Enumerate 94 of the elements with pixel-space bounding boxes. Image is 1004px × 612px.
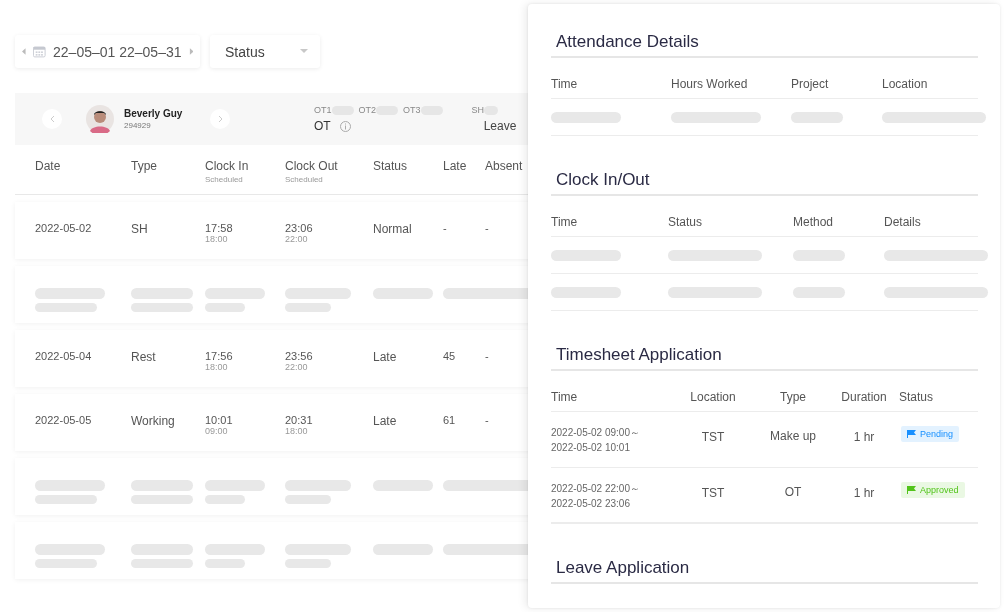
table-cell-text: SH — [131, 222, 149, 236]
table-cell-text: Rest — [131, 350, 157, 364]
column-header: Time — [551, 77, 579, 91]
date-range-picker[interactable]: 22–05–01 22–05–31 — [15, 35, 200, 68]
column-header: Project — [791, 77, 830, 91]
previous-button[interactable] — [42, 109, 62, 129]
column-subheader: Scheduled — [285, 175, 324, 184]
table-cell-text: 23:56 — [285, 350, 314, 362]
date-range-text: 22–05–01 22–05–31 — [53, 43, 182, 60]
status-select[interactable]: Status — [210, 35, 320, 68]
column-header: Clock Out — [285, 159, 339, 173]
table-row[interactable]: 2022-05-05 Working 10:01 09:00 20:31 18:00 Late 61 - — [15, 394, 528, 451]
column-header: Location — [882, 77, 929, 91]
table-cell-text: 18:00 — [205, 234, 229, 244]
chevron-right-icon — [217, 115, 223, 123]
employee-name: Beverly Guy — [124, 108, 184, 119]
table-cell-text: Working — [131, 414, 176, 428]
table-cell-text: TST — [700, 430, 726, 446]
chevron-left-icon — [49, 115, 55, 123]
table-cell-text: 2022-05-04 — [35, 350, 93, 362]
table-cell-text: 2022-05-05 — [35, 414, 93, 426]
table-cell-text: Late — [373, 350, 398, 364]
flag-icon — [907, 486, 916, 494]
employee-id: 294929 — [124, 121, 152, 130]
column-subheader: Scheduled — [205, 175, 244, 184]
table-cell-text: 2022-05-02 22:00～ — [551, 482, 641, 496]
table-cell-text: 2022-05-02 23:06 — [551, 498, 631, 509]
column-header: Location — [689, 390, 737, 404]
table-cell-text: TST — [700, 486, 726, 502]
column-header: Duration — [840, 390, 888, 404]
leave-label: Leave — [483, 119, 517, 133]
column-header: Type — [131, 159, 158, 173]
table-row[interactable]: 2022-05-02 09:00～ 2022-05-02 10:01 TST Make up 1 hr Pending — [551, 412, 978, 468]
table-cell-text: 2022-05-02 10:01 — [551, 442, 631, 453]
column-header: Time — [551, 215, 579, 229]
table-cell-text: 09:00 — [205, 426, 229, 436]
table-cell-text: 10:01 — [205, 414, 234, 426]
section-title: Timesheet Application — [551, 345, 978, 371]
table-cell-text: 61 — [443, 414, 457, 426]
info-icon — [339, 120, 351, 132]
table-cell-text: 1 hr — [852, 486, 876, 502]
table-cell-text: 2022-05-02 09:00～ — [551, 426, 641, 440]
table-cell-text: 45 — [443, 350, 457, 362]
table-cell-text: - — [485, 350, 490, 362]
table-cell-text: 2022-05-02 — [35, 222, 93, 234]
counter-label: OT2 — [358, 105, 377, 115]
dropdown-caret-icon — [300, 49, 308, 54]
table-cell-text: - — [485, 414, 490, 426]
table-row[interactable]: 2022-05-04 Rest 17:56 18:00 23:56 22:00 Late 45 - — [15, 330, 528, 387]
calendar-icon — [33, 45, 47, 58]
column-header: Time — [551, 390, 579, 404]
avatar — [86, 105, 114, 133]
status-placeholder: Status — [225, 43, 265, 60]
column-header: Type — [779, 390, 807, 404]
column-header: Method — [793, 215, 835, 229]
column-header: Status — [899, 390, 935, 404]
table-cell-text: - — [443, 222, 448, 234]
column-header: Status — [373, 159, 409, 173]
table-cell-text: 17:58 — [205, 222, 234, 234]
table-cell-text: 18:00 — [285, 426, 309, 436]
section-title: Attendance Details — [551, 32, 978, 58]
table-cell-text: Late — [373, 414, 398, 428]
column-header: Late — [443, 159, 468, 173]
table-cell-text: 22:00 — [285, 234, 309, 244]
status-badge: Approved — [901, 482, 965, 498]
next-button[interactable] — [210, 109, 230, 129]
column-header: Clock In — [205, 159, 250, 173]
table-cell-text: Normal — [373, 222, 413, 236]
table-row[interactable]: 2022-05-02 SH 17:58 18:00 23:06 22:00 Normal - - — [15, 202, 528, 259]
counter-label: OT1 — [314, 105, 332, 115]
caret-left-icon — [22, 48, 27, 55]
section-title: Clock In/Out — [551, 170, 978, 196]
table-cell-text: Make up — [769, 429, 817, 445]
counter-label: SH — [471, 105, 485, 115]
table-cell-text: 20:31 — [285, 414, 314, 426]
counter-label: OT3 — [403, 105, 421, 115]
flag-icon — [907, 430, 916, 438]
column-header: Absent — [485, 159, 524, 173]
table-cell-text: - — [485, 222, 490, 234]
table-cell-text: 23:06 — [285, 222, 314, 234]
table-cell-text: 22:00 — [285, 362, 309, 372]
column-header: Details — [884, 215, 922, 229]
table-cell-text: 1 hr — [852, 430, 876, 446]
section-title: Leave Application — [551, 558, 978, 584]
table-cell-text: 17:56 — [205, 350, 234, 362]
table-row[interactable]: 2022-05-02 22:00～ 2022-05-02 23:06 TST OT 1 hr Approved — [551, 468, 978, 524]
status-badge: Pending — [901, 426, 960, 442]
column-header: Date — [35, 159, 62, 173]
column-header: Status — [668, 215, 704, 229]
column-header: Hours Worked — [671, 77, 749, 91]
caret-right-icon — [188, 48, 193, 55]
ot-label: OT — [314, 119, 331, 133]
table-cell-text: OT — [783, 485, 803, 501]
table-cell-text: 18:00 — [205, 362, 229, 372]
